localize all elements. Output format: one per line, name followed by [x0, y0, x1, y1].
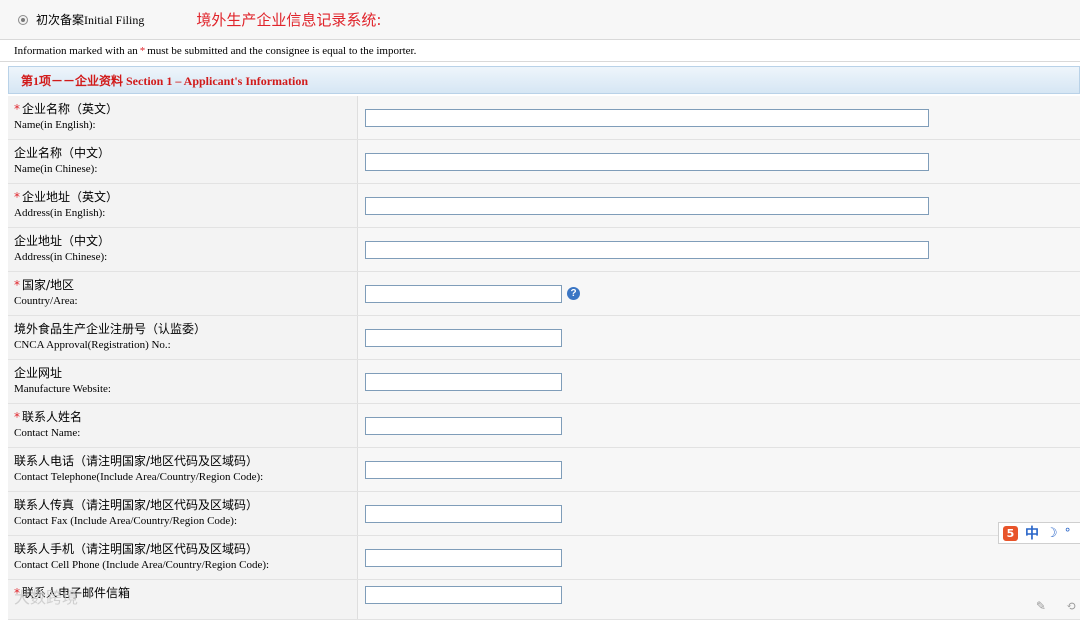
label-name-cn-cn: 企业名称（中文）: [14, 146, 111, 160]
ime-toolbar[interactable]: 5 中 ☽ °: [998, 522, 1080, 544]
system-title: 境外生产企业信息记录系统:: [196, 11, 382, 29]
header-bar: 初次备案Initial Filing 境外生产企业信息记录系统:: [0, 0, 1080, 40]
label-cnca: CNCA Approval(Registration) No.:: [14, 339, 171, 351]
cnca-registration-input[interactable]: [365, 328, 562, 347]
website-input[interactable]: [365, 372, 562, 391]
fax-input[interactable]: [365, 504, 562, 523]
section-header: 第1项－－企业资料 Section 1 – Applicant's Inform…: [8, 66, 1080, 94]
required-mark: *: [14, 190, 20, 204]
initial-filing-label: 初次备案Initial Filing: [36, 13, 145, 27]
label-name-cn: Name(in Chinese):: [14, 163, 98, 175]
form-row-name-cn: 企业名称（中文） Name(in Chinese):: [8, 140, 1080, 184]
form-row-country: * 国家/地区 Country/Area: ?: [8, 272, 1080, 316]
label-website: Manufacture Website:: [14, 383, 111, 395]
form-row-cell-phone: 联系人手机（请注明国家/地区代码及区域码） Contact Cell Phone…: [8, 536, 1080, 580]
punctuation-icon[interactable]: °: [1065, 526, 1071, 540]
country-area-input[interactable]: [365, 284, 562, 303]
label-address-cn-cn: 企业地址（中文）: [14, 234, 111, 248]
label-contact-name: Contact Name:: [14, 427, 81, 439]
form-row-fax: 联系人传真（请注明国家/地区代码及区域码） Contact Fax (Inclu…: [8, 492, 1080, 536]
required-mark: *: [14, 278, 20, 292]
form-row-address-cn: 企业地址（中文） Address(in Chinese):: [8, 228, 1080, 272]
label-country: Country/Area:: [14, 295, 78, 307]
label-name-en: Name(in English):: [14, 119, 96, 131]
contact-name-input[interactable]: [365, 416, 562, 435]
form-row-telephone: 联系人电话（请注明国家/地区代码及区域码） Contact Telephone(…: [8, 448, 1080, 492]
form-row-cnca: 境外食品生产企业注册号（认监委） CNCA Approval(Registrat…: [8, 316, 1080, 360]
label-cell-phone: Contact Cell Phone (Include Area/Country…: [14, 559, 270, 571]
label-contact-name-cn: 联系人姓名: [22, 410, 83, 424]
form-row-email: * 联系人电子邮件信箱: [8, 580, 1080, 620]
label-address-cn: Address(in Chinese):: [14, 251, 108, 263]
moon-icon[interactable]: ☽: [1046, 526, 1058, 541]
watermark: 大数跨境: [14, 588, 79, 607]
form-row-contact-name: * 联系人姓名 Contact Name:: [8, 404, 1080, 448]
address-english-input[interactable]: [365, 196, 929, 215]
label-fax: Contact Fax (Include Area/Country/Region…: [14, 515, 238, 527]
ime-logo-icon[interactable]: 5: [1003, 525, 1018, 541]
initial-filing-radio[interactable]: [18, 14, 28, 25]
label-cell-phone-cn: 联系人手机（请注明国家/地区代码及区域码）: [14, 542, 259, 556]
label-telephone-cn: 联系人电话（请注明国家/地区代码及区域码）: [14, 454, 259, 468]
label-address-en: Address(in English):: [14, 207, 106, 219]
required-mark: *: [14, 410, 20, 424]
applicant-form: * 企业名称（英文） Name(in English): 企业名称（中文） Nam…: [8, 96, 1080, 620]
label-website-cn: 企业网址: [14, 366, 63, 380]
name-english-input[interactable]: [365, 108, 929, 127]
label-country-cn: 国家/地区: [22, 278, 75, 292]
help-icon[interactable]: ?: [567, 287, 580, 300]
form-row-website: 企业网址 Manufacture Website:: [8, 360, 1080, 404]
section-title: 第1项－－企业资料 Section 1 – Applicant's Inform…: [21, 73, 309, 88]
address-chinese-input[interactable]: [365, 240, 929, 259]
label-fax-cn: 联系人传真（请注明国家/地区代码及区域码）: [14, 498, 259, 512]
form-row-name-en: * 企业名称（英文） Name(in English):: [8, 96, 1080, 140]
label-address-en-cn: 企业地址（英文）: [22, 190, 119, 204]
form-row-address-en: * 企业地址（英文） Address(in English):: [8, 184, 1080, 228]
ime-language-toggle[interactable]: 中: [1025, 523, 1039, 543]
cell-phone-input[interactable]: [365, 548, 562, 567]
name-chinese-input[interactable]: [365, 152, 929, 171]
tool-icon[interactable]: ⟲: [1066, 599, 1076, 614]
email-input[interactable]: [365, 586, 562, 604]
label-cnca-cn: 境外食品生产企业注册号（认监委）: [14, 322, 207, 336]
label-telephone: Contact Telephone(Include Area/Country/R…: [14, 471, 264, 483]
required-notice: Information marked with an * must be sub…: [0, 40, 1080, 62]
required-mark: *: [14, 102, 20, 116]
bottom-tools: ✎ ⟲: [1036, 599, 1076, 614]
telephone-input[interactable]: [365, 460, 562, 479]
tool-icon[interactable]: ✎: [1036, 599, 1046, 614]
label-name-en-cn: 企业名称（英文）: [22, 102, 119, 116]
